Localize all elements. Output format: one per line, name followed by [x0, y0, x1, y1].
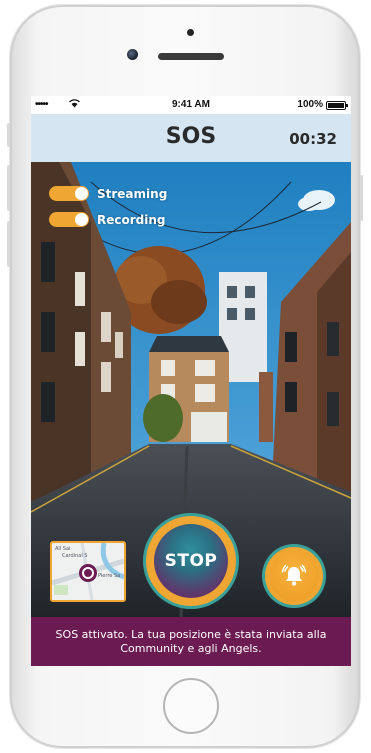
volume-down-button	[7, 221, 10, 267]
bell-alarm-icon	[269, 551, 319, 601]
sos-status-message: SOS attivato. La tua posizione è stata i…	[55, 627, 327, 655]
side-button	[7, 123, 10, 147]
streaming-toggle-row: Streaming	[49, 186, 167, 201]
recording-toggle-row: Recording	[49, 212, 166, 227]
location-pin-icon	[79, 564, 97, 582]
sos-status-banner: SOS attivato. La tua posizione è stata i…	[31, 617, 351, 666]
map-street-label-3: Pierre Sa	[98, 573, 120, 579]
recording-toggle[interactable]	[49, 212, 89, 227]
alarm-button[interactable]	[265, 547, 323, 605]
streaming-label: Streaming	[97, 186, 168, 201]
sos-timer: 00:32	[289, 130, 337, 148]
app-header: SOS 00:32	[31, 114, 351, 162]
status-bar: ••••• 9:41 AM 100%	[31, 96, 351, 114]
streaming-toggle[interactable]	[49, 186, 89, 201]
screen: ••••• 9:41 AM 100% SOS 00:32 Streaming R…	[31, 96, 351, 666]
toggle-knob	[75, 213, 88, 226]
map-thumbnail[interactable]: All Sai Cardinal S Pierre Sa	[50, 541, 126, 602]
recording-label: Recording	[97, 212, 166, 227]
map-street-label-2: Cardinal S	[62, 553, 87, 559]
front-camera	[127, 49, 138, 60]
earpiece-speaker	[158, 53, 224, 60]
home-button[interactable]	[163, 678, 219, 734]
map-street-label-1: All Sai	[55, 546, 70, 552]
stop-button[interactable]: STOP	[146, 516, 236, 606]
proximity-sensor	[187, 29, 194, 36]
battery-percentage: 100%	[297, 99, 323, 110]
volume-up-button	[7, 165, 10, 211]
battery-icon	[326, 101, 348, 110]
power-button	[360, 175, 363, 221]
toggle-knob	[75, 187, 88, 200]
stop-button-label: STOP	[154, 524, 228, 598]
